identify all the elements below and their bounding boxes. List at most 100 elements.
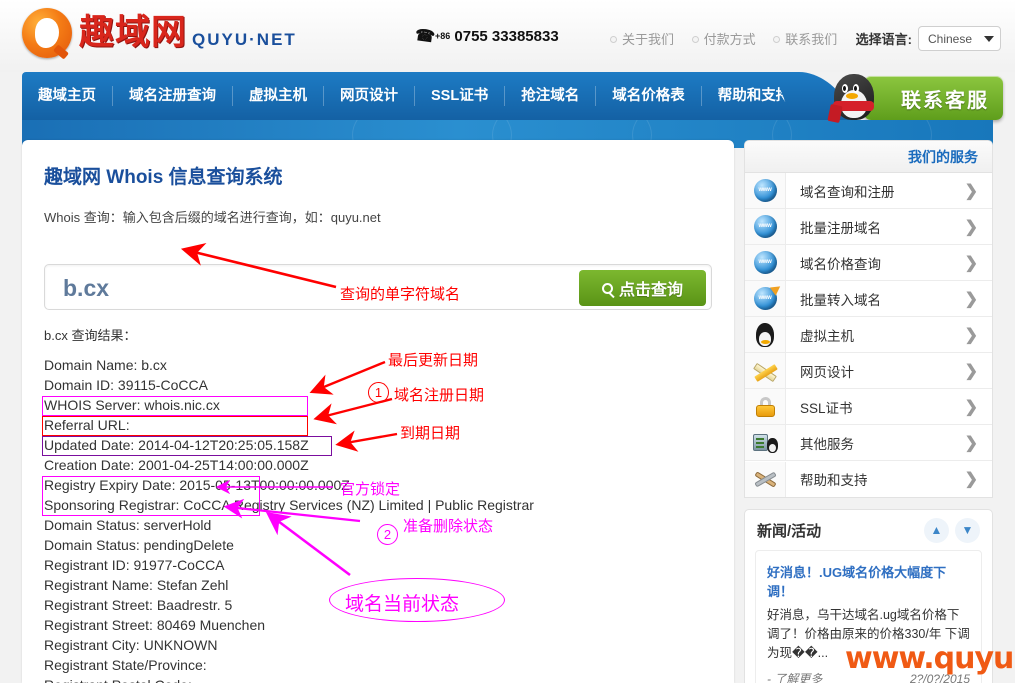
annotation-updated-date: 最后更新日期 — [388, 351, 479, 369]
nav-item-help[interactable]: 帮助和支持 — [702, 86, 807, 106]
sidebar-item-bulk-transfer[interactable]: 批量转入域名 ❯ — [745, 281, 992, 317]
annotation-box-creation-date — [42, 416, 308, 436]
phone-number: ☎+86 0755 33385833 — [413, 26, 559, 47]
sidebar-item-ssl[interactable]: SSL证书 ❯ — [745, 389, 992, 425]
news-next-button[interactable]: ▼ — [955, 517, 980, 543]
logo-text-en: QUYU·NET — [192, 30, 297, 49]
globe-icon — [745, 173, 786, 208]
language-selector[interactable]: 选择语言: Chinese — [856, 26, 1001, 51]
whois-line: Registrant City: UNKNOWN — [44, 637, 218, 653]
bullet-icon — [691, 36, 699, 43]
annotation-box-expiry-date — [42, 436, 332, 456]
nav-item-backorder[interactable]: 抢注域名 — [505, 86, 597, 106]
sidebar-item-label: 批量转入域名 — [800, 292, 881, 308]
nav-item-home[interactable]: 趣域主页 — [22, 86, 113, 106]
page-subtitle: Whois 查询：输入包含后缀的域名进行查询，如：quyu.net — [44, 210, 381, 225]
page-title: 趣域网 Whois 信息查询系统 — [44, 167, 283, 188]
sidebar-item-other-services[interactable]: 其他服务 ❯ — [745, 425, 992, 461]
globe-icon — [745, 245, 786, 280]
top-link-contact[interactable]: 联系我们 — [773, 32, 837, 47]
chevron-right-icon: ❯ — [964, 290, 978, 308]
result-label: b.cx 查询结果： — [44, 328, 137, 343]
sidebar-item-label: 其他服务 — [800, 436, 854, 452]
whois-line: Registrant State/Province: — [44, 657, 207, 673]
bullet-icon — [610, 36, 617, 43]
news-item-title[interactable]: 好消息！.UG域名价格大幅度下调！ — [767, 562, 970, 600]
annotation-marker-2: 2 — [377, 524, 398, 545]
sidebar-item-label: SSL证书 — [800, 400, 853, 416]
whois-line: Registrant Postal Code: — [44, 675, 704, 683]
penguin-icon — [745, 317, 786, 352]
top-link-about[interactable]: 关于我们 — [610, 32, 674, 47]
sidebar-item-label: 域名查询和注册 — [800, 184, 895, 200]
news-prev-button[interactable]: ▲ — [924, 517, 949, 543]
pencil-ruler-icon — [745, 353, 786, 388]
search-button[interactable]: 点击查询 — [579, 270, 706, 306]
search-icon — [601, 282, 613, 294]
sidebar-item-label: 网页设计 — [800, 364, 854, 380]
whois-line: Registrant ID: 91977-CoCCA — [44, 557, 225, 573]
sidebar-item-label: 批量注册域名 — [800, 220, 881, 236]
annotation-box-domain-status — [42, 476, 260, 516]
sidebar-item-hosting[interactable]: 虚拟主机 ❯ — [745, 317, 992, 353]
sidebar-item-domain-search[interactable]: 域名查询和注册 ❯ — [745, 173, 992, 209]
language-value: Chinese — [928, 31, 973, 46]
sidebar-item-price-search[interactable]: 域名价格查询 ❯ — [745, 245, 992, 281]
search-button-label: 点击查询 — [618, 282, 683, 299]
sidebar-item-help[interactable]: 帮助和支持 ❯ — [745, 461, 992, 497]
language-label: 选择语言: — [855, 32, 912, 47]
chevron-right-icon: ❯ — [964, 218, 978, 236]
nav-item-price-list[interactable]: 域名价格表 — [596, 86, 702, 106]
chevron-right-icon: ❯ — [964, 434, 978, 452]
annotation-creation-date: 域名注册日期 — [394, 386, 485, 404]
sidebar-item-web-design[interactable]: 网页设计 ❯ — [745, 353, 992, 389]
language-dropdown[interactable]: Chinese — [918, 26, 1001, 51]
globe-icon — [745, 209, 786, 244]
whois-line-status-pendingdelete: Domain Status: pendingDelete — [44, 537, 234, 553]
chevron-right-icon: ❯ — [964, 471, 978, 488]
sidebar-item-bulk-register[interactable]: 批量注册域名 ❯ — [745, 209, 992, 245]
chevron-right-icon: ❯ — [964, 326, 978, 344]
services-title: 我们的服务 — [745, 141, 992, 173]
sidebar-item-label: 虚拟主机 — [800, 328, 854, 344]
nav-item-hosting[interactable]: 虚拟主机 — [233, 86, 324, 106]
whois-line-creation-date: Creation Date: 2001-04-25T14:00:00.000Z — [44, 457, 309, 473]
chevron-right-icon: ❯ — [964, 362, 978, 380]
nav-item-ssl[interactable]: SSL证书 — [415, 86, 506, 106]
nav-item-web-design[interactable]: 网页设计 — [324, 86, 415, 106]
qq-penguin-icon — [828, 72, 880, 124]
main-nav: 趣域主页 域名注册查询 虚拟主机 网页设计 SSL证书 抢注域名 域名价格表 帮… — [22, 72, 797, 120]
news-more-link[interactable]: - 了解更多 — [767, 670, 822, 683]
site-logo[interactable]: 趣域网 QUYU·NET — [22, 8, 297, 60]
phone-digits: 0755 33385833 — [454, 28, 559, 45]
top-bar: 趣域网 QUYU·NET ☎+86 0755 33385833 关于我们 付款方… — [0, 0, 1015, 72]
news-title: 新闻/活动 — [757, 522, 822, 540]
annotation-marker-1: 1 — [368, 382, 389, 403]
sidebar-item-label: 域名价格查询 — [800, 256, 881, 272]
top-link-payment[interactable]: 付款方式 — [691, 32, 756, 47]
annotation-box-updated-date — [42, 396, 308, 416]
annotation-pending-delete: 准备删除状态 — [403, 517, 494, 535]
whois-line: Domain Name: b.cx — [44, 357, 167, 373]
annotation-official-lock: 官方锁定 — [340, 480, 401, 498]
logo-text-cn: 趣域网 — [79, 13, 188, 53]
annotation-single-char-domain: 查询的单字符域名 — [340, 285, 461, 303]
right-sidebar: 我们的服务 域名查询和注册 ❯ 批量注册域名 ❯ 域名价格查询 ❯ 批量转入域名… — [744, 140, 993, 683]
globe-arrow-icon — [745, 281, 786, 316]
server-penguin-icon — [745, 425, 786, 460]
page-root: 趣域网 QUYU·NET ☎+86 0755 33385833 关于我们 付款方… — [0, 0, 1015, 683]
chevron-right-icon: ❯ — [964, 182, 978, 200]
site-watermark: www.quyu.net — [845, 641, 1015, 676]
chevron-right-icon: ❯ — [964, 398, 978, 416]
contact-service-widget[interactable]: 联系客服 — [828, 70, 1003, 124]
tools-icon — [745, 461, 786, 497]
whois-line-status-serverhold: Domain Status: serverHold — [44, 517, 212, 533]
contact-service-button[interactable]: 联系客服 — [864, 76, 1003, 120]
annotation-expiry-date: 到期日期 — [400, 424, 461, 442]
chevron-right-icon: ❯ — [964, 254, 978, 272]
search-input[interactable] — [61, 273, 581, 303]
nav-item-domain-search[interactable]: 域名注册查询 — [113, 86, 233, 106]
phone-icon: ☎ — [413, 26, 436, 47]
lock-icon — [745, 389, 786, 424]
services-card: 我们的服务 域名查询和注册 ❯ 批量注册域名 ❯ 域名价格查询 ❯ 批量转入域名… — [744, 140, 993, 498]
